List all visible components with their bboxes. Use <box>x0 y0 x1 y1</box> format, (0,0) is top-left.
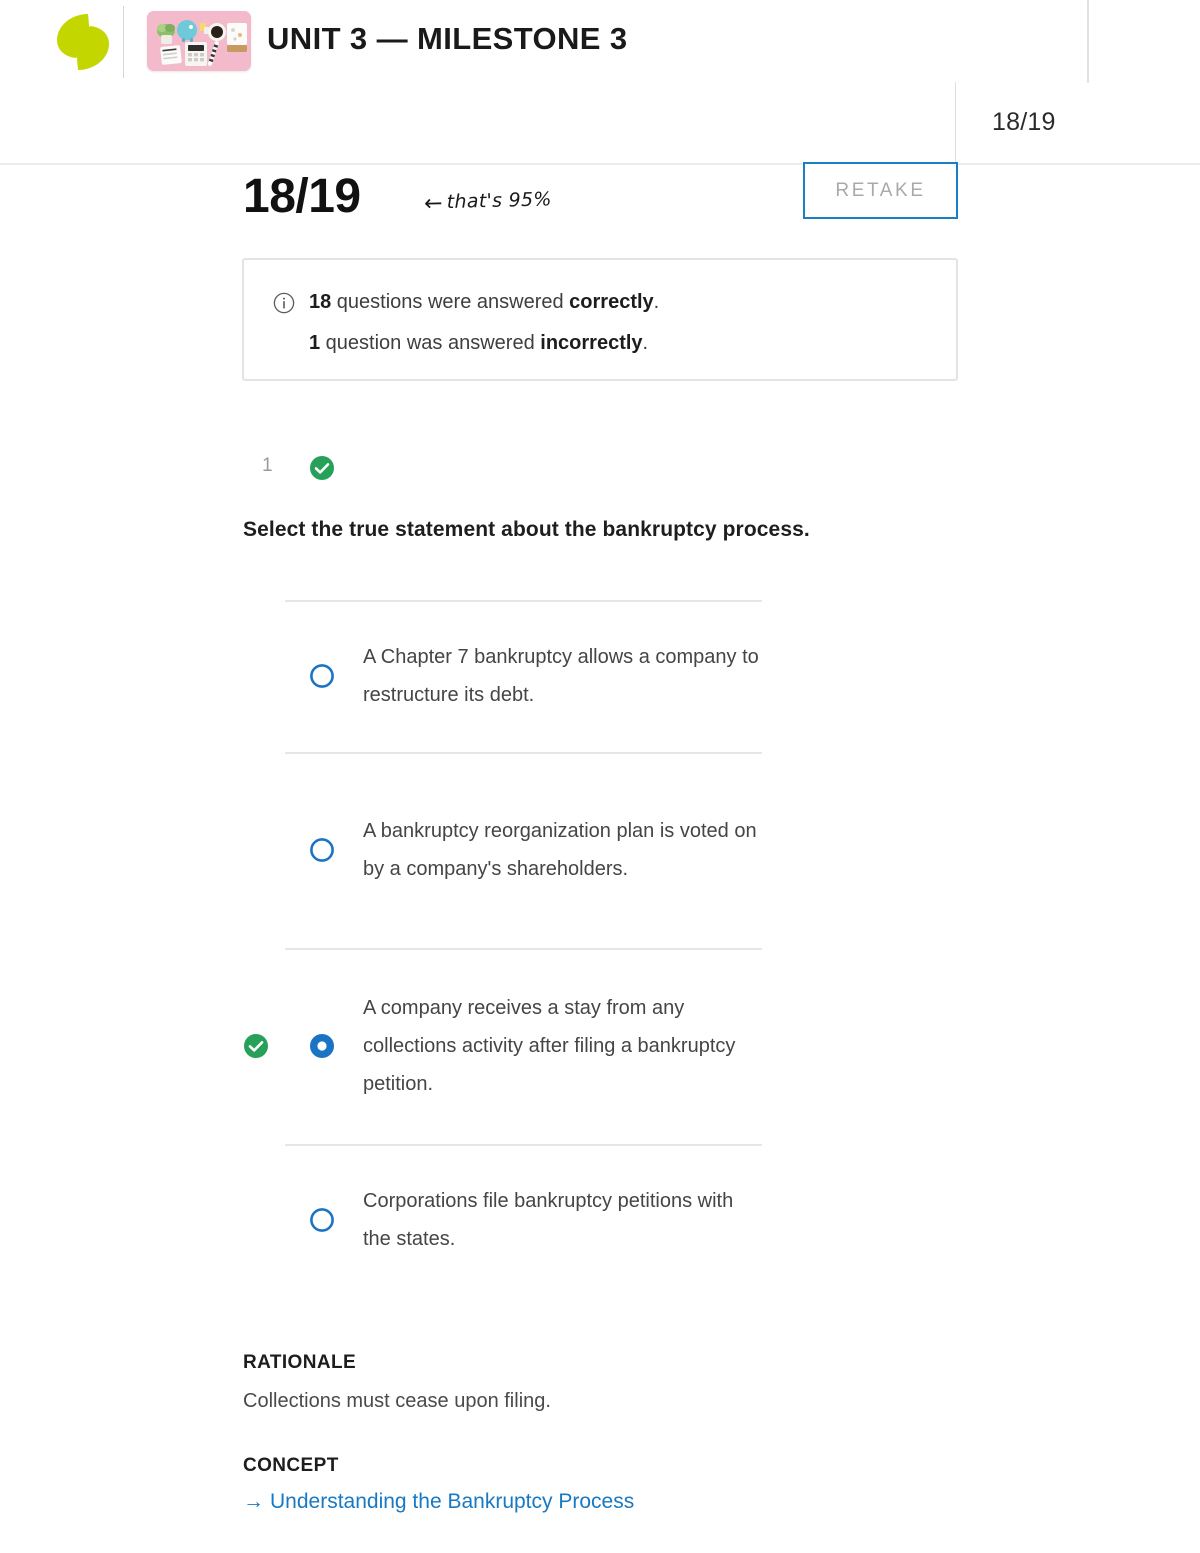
question-text: Select the true statement about the bank… <box>243 518 810 541</box>
header-divider-right <box>1087 0 1089 83</box>
concept-heading: CONCEPT <box>243 1455 339 1476</box>
incorrect-count: 1 <box>309 332 321 354</box>
incorrect-summary-middle: question was answered <box>320 332 541 354</box>
score-value: 18/19 <box>243 170 361 223</box>
green-check-circle-icon <box>309 455 335 481</box>
annotation-arrow-icon: ← <box>423 191 444 217</box>
rationale-text: Collections must cease upon filing. <box>243 1390 551 1412</box>
answer-option[interactable]: A bankruptcy reorganization plan is vote… <box>0 752 1200 948</box>
score-row: 18/19 ← that's 95% <box>0 164 1200 254</box>
answer-option[interactable]: Corporations file bankruptcy petitions w… <box>0 1144 1200 1296</box>
answer-option-label: A bankruptcy reorganization plan is vote… <box>363 820 757 880</box>
score-badge-strip: 18/19 <box>955 82 1200 164</box>
correct-count: 18 <box>309 291 332 313</box>
page-title: UNIT 3 — MILESTONE 3 <box>267 21 628 56</box>
incorrect-emphasis: incorrectly <box>540 332 643 354</box>
answer-options-list: A Chapter 7 bankruptcy allows a company … <box>0 600 1200 1296</box>
concept-link[interactable]: → Understanding the Bankruptcy Process <box>243 1490 634 1514</box>
correct-summary-middle: questions were answered <box>331 291 570 313</box>
correct-emphasis: correctly <box>569 291 654 313</box>
header-divider <box>123 6 124 78</box>
answer-option[interactable]: A company receives a stay from any colle… <box>0 948 1200 1144</box>
correct-answer-check-icon <box>243 1033 269 1059</box>
arrow-right-icon: → <box>243 1490 264 1513</box>
radio-unselected-icon[interactable] <box>309 837 335 863</box>
course-thumbnail-image <box>147 11 251 71</box>
answer-option-label: Corporations file bankruptcy petitions w… <box>363 1190 734 1250</box>
correct-summary-end: . <box>653 291 660 313</box>
answer-option-label: A company receives a stay from any colle… <box>363 997 736 1095</box>
sophia-logo-icon[interactable] <box>54 12 112 72</box>
handwritten-annotation: ← that's 95% <box>423 186 552 217</box>
incorrect-summary-line: 1 question was answered incorrectly. <box>309 332 648 355</box>
question-number: 1 <box>262 455 273 476</box>
radio-unselected-icon[interactable] <box>309 663 335 689</box>
answer-option-label: A Chapter 7 bankruptcy allows a company … <box>363 646 759 706</box>
results-summary-box: 18 questions were answered correctly. 1 … <box>242 258 958 381</box>
score-badge-value: 18/19 <box>992 108 1056 136</box>
rationale-heading: RATIONALE <box>243 1352 357 1373</box>
incorrect-summary-end: . <box>642 332 649 354</box>
correct-summary-line: 18 questions were answered correctly. <box>309 291 659 314</box>
milestone-results-page: UNIT 3 — MILESTONE 3 18/19 18/19 ← that's… <box>0 0 1200 1553</box>
annotation-text: that's 95% <box>446 188 552 214</box>
radio-selected-icon[interactable] <box>309 1033 335 1059</box>
page-header: UNIT 3 — MILESTONE 3 <box>0 0 1200 83</box>
score-strip-divider <box>955 82 956 164</box>
answer-option[interactable]: A Chapter 7 bankruptcy allows a company … <box>0 600 1200 752</box>
info-circle-icon <box>273 292 295 314</box>
radio-unselected-icon[interactable] <box>309 1207 335 1233</box>
retake-button[interactable]: RETAKE <box>803 162 958 219</box>
concept-link-label: Understanding the Bankruptcy Process <box>270 1490 635 1513</box>
